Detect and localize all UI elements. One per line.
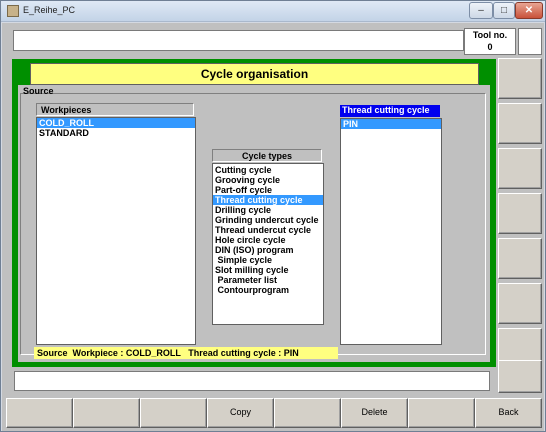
workpiece-item-standard[interactable]: STANDARD [37, 128, 195, 138]
close-button[interactable]: ✕ [515, 2, 543, 19]
tool-number-value: 0 [487, 42, 493, 52]
cycle-type-item[interactable]: Parameter list [213, 275, 323, 285]
cycle-type-item-selected[interactable]: Thread cutting cycle [213, 195, 323, 205]
client-area: Tool no. 0 Cycle organisation Source Wor… [2, 23, 544, 431]
side-softkey-5[interactable] [498, 238, 542, 279]
softkey-5[interactable] [274, 398, 341, 428]
workpiece-item-cold-roll[interactable]: COLD_ROLL [37, 118, 195, 128]
side-softkey-3[interactable] [498, 148, 542, 189]
maximize-icon: □ [500, 5, 508, 16]
input-line[interactable] [14, 371, 490, 391]
maximize-button[interactable]: □ [493, 2, 515, 19]
side-softkey-2[interactable] [498, 103, 542, 144]
tool-extra-box [518, 28, 542, 55]
close-icon: ✕ [524, 5, 534, 16]
app-icon [7, 5, 19, 17]
copy-button[interactable]: Copy [207, 398, 274, 428]
thread-cycle-list[interactable]: PIN [340, 118, 442, 345]
softkey-2[interactable] [73, 398, 140, 428]
tool-number-box: Tool no. 0 [464, 28, 516, 55]
message-field[interactable] [13, 30, 464, 51]
cycle-type-item[interactable]: Part-off cycle [213, 185, 323, 195]
tool-number-label: Tool no. [472, 30, 508, 40]
minimize-icon: – [478, 5, 484, 16]
side-softkey-1[interactable] [498, 58, 542, 99]
cycle-types-header: Cycle types [212, 149, 322, 162]
cycle-type-item[interactable]: Grooving cycle [213, 175, 323, 185]
cycle-type-item[interactable]: Grinding undercut cycle [213, 215, 323, 225]
cycle-type-item[interactable]: Slot milling cycle [213, 265, 323, 275]
side-softkey-4[interactable] [498, 193, 542, 234]
softkey-1[interactable] [6, 398, 73, 428]
cycle-type-item[interactable]: Cutting cycle [213, 165, 323, 175]
thread-cycle-list-header: Thread cutting cycle [340, 105, 440, 117]
workpieces-header: Workpieces [36, 103, 194, 116]
window-title: E_Reihe_PC [23, 5, 76, 15]
delete-button[interactable]: Delete [341, 398, 408, 428]
softkey-3[interactable] [140, 398, 207, 428]
source-group-label: Source [23, 86, 54, 96]
back-button[interactable]: Back [475, 398, 542, 428]
cycle-type-item[interactable]: Drilling cycle [213, 205, 323, 215]
cycle-type-item[interactable]: Hole circle cycle [213, 235, 323, 245]
workpieces-list[interactable]: COLD_ROLL STANDARD [36, 117, 196, 345]
minimize-button[interactable]: – [469, 2, 493, 19]
cycle-type-item[interactable]: DIN (ISO) program [213, 245, 323, 255]
side-softkey-6[interactable] [498, 283, 542, 324]
cycle-type-item[interactable]: Contourprogram [213, 285, 323, 295]
selection-status: Source Workpiece : COLD_ROLL Thread cutt… [34, 347, 338, 359]
page-title: Cycle organisation [30, 63, 479, 85]
cycle-type-item[interactable]: Thread undercut cycle [213, 225, 323, 235]
side-softkey-8[interactable] [498, 360, 542, 393]
cycle-types-list[interactable]: Cutting cycle Grooving cycle Part-off cy… [212, 163, 324, 325]
title-bar[interactable]: E_Reihe_PC – □ ✕ [1, 1, 545, 22]
main-window: E_Reihe_PC – □ ✕ Tool no. 0 Cycle organi… [0, 0, 546, 432]
softkey-7[interactable] [408, 398, 475, 428]
cycle-type-item[interactable]: Simple cycle [213, 255, 323, 265]
thread-cycle-item-pin[interactable]: PIN [341, 119, 441, 129]
